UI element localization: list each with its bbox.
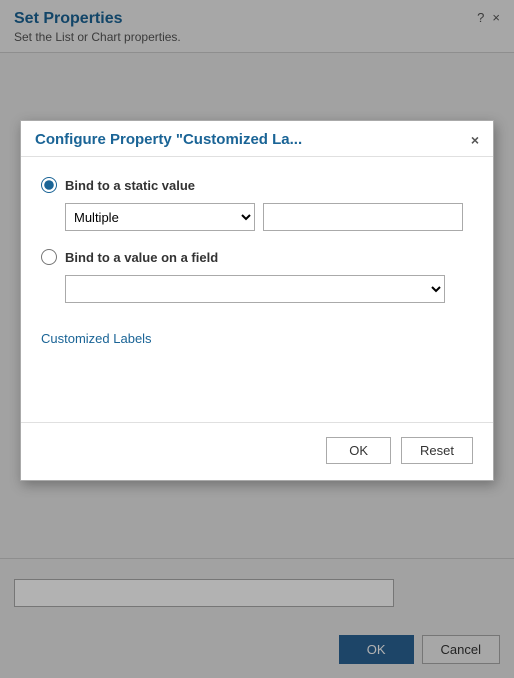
static-value-radio-row: Bind to a static value <box>41 177 473 193</box>
modal-title: Configure Property "Customized La... <box>35 131 302 148</box>
static-value-section: Bind to a static value Multiple Single N… <box>41 177 473 231</box>
customized-labels-link[interactable]: Customized Labels <box>41 331 152 346</box>
body-spacer <box>41 346 473 406</box>
static-value-text-input[interactable] <box>263 203 463 231</box>
static-value-controls: Multiple Single None <box>65 203 473 231</box>
field-select-row <box>41 275 473 303</box>
static-value-label: Bind to a static value <box>65 178 195 193</box>
modal-header: Configure Property "Customized La... × <box>21 121 493 157</box>
ok-button[interactable]: OK <box>326 437 391 464</box>
field-value-radio[interactable] <box>41 249 57 265</box>
field-value-label: Bind to a value on a field <box>65 250 218 265</box>
modal-footer: OK Reset <box>21 422 493 480</box>
configure-property-dialog: Configure Property "Customized La... × B… <box>20 120 494 481</box>
field-value-select[interactable] <box>65 275 445 303</box>
field-value-section: Bind to a value on a field <box>41 249 473 303</box>
reset-button[interactable]: Reset <box>401 437 473 464</box>
static-value-select[interactable]: Multiple Single None <box>65 203 255 231</box>
static-value-radio[interactable] <box>41 177 57 193</box>
modal-close-button[interactable]: × <box>471 133 479 147</box>
modal-body: Bind to a static value Multiple Single N… <box>21 157 493 422</box>
field-value-radio-row: Bind to a value on a field <box>41 249 473 265</box>
